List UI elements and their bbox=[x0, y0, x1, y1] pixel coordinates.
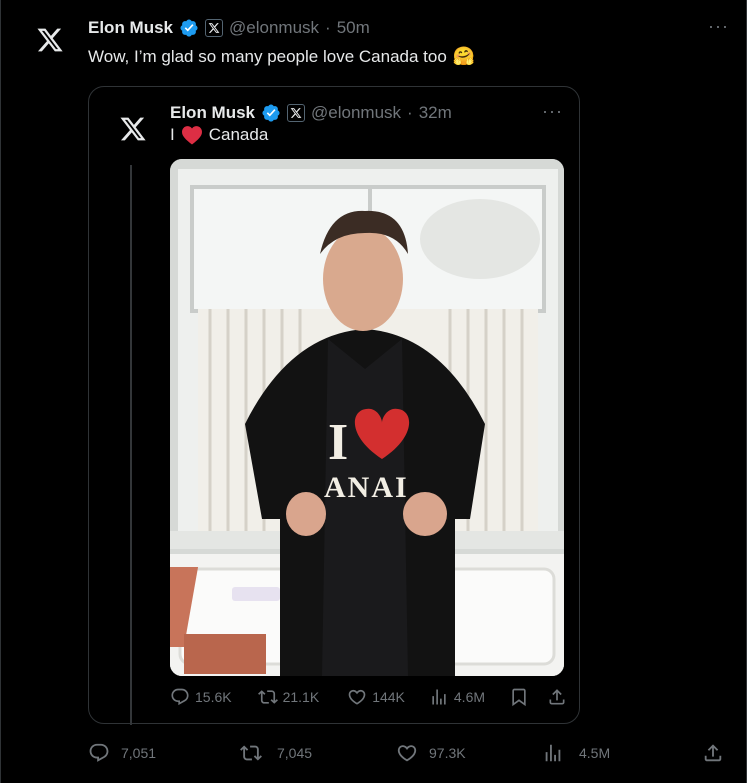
x-logo-avatar[interactable] bbox=[30, 20, 70, 60]
hugging-face-emoji: 🤗 bbox=[452, 46, 476, 66]
reply-count: 7,051 bbox=[121, 745, 157, 761]
quoted-header: Elon Musk @elonmusk · 32m bbox=[170, 101, 567, 125]
quoted-x-logo-avatar[interactable] bbox=[113, 109, 153, 149]
more-icon[interactable]: ··· bbox=[708, 16, 729, 37]
author-name[interactable]: Elon Musk bbox=[88, 18, 173, 38]
photo-illustration: I ANAI bbox=[170, 159, 564, 676]
x-logo-icon bbox=[37, 28, 63, 52]
quoted-bookmark-button[interactable] bbox=[509, 687, 529, 707]
quoted-reply-count: 15.6K bbox=[195, 689, 232, 705]
shirt-text-top: I bbox=[328, 414, 348, 471]
repost-icon bbox=[240, 745, 262, 761]
quoted-like-count: 144K bbox=[372, 689, 405, 705]
quoted-repost-count: 21.1K bbox=[282, 689, 320, 705]
like-count: 97.3K bbox=[429, 745, 466, 761]
reply-button[interactable]: 7,051 bbox=[88, 742, 240, 764]
tweet-text-content: Wow, I’m glad so many people love Canada… bbox=[88, 46, 447, 66]
verified-badge-icon bbox=[179, 18, 199, 38]
quoted-share-button[interactable] bbox=[547, 687, 567, 707]
like-icon bbox=[397, 745, 417, 762]
views-icon bbox=[432, 689, 446, 705]
like-button[interactable]: 97.3K bbox=[396, 742, 542, 764]
tweet-header: Elon Musk @elonmusk · 50m bbox=[88, 16, 727, 40]
quoted-photo[interactable]: I ANAI bbox=[170, 159, 564, 676]
heart-emoji-icon bbox=[181, 126, 202, 145]
quoted-tweet-card[interactable]: Elon Musk @elonmusk · 32m ··· I Canada I… bbox=[88, 86, 580, 725]
quoted-repost-button[interactable]: 21.1K bbox=[257, 687, 320, 707]
quoted-author-name[interactable]: Elon Musk bbox=[170, 103, 255, 123]
share-icon bbox=[704, 744, 722, 762]
x-logo-icon bbox=[120, 117, 146, 141]
thread-line bbox=[130, 165, 132, 725]
quoted-author-handle[interactable]: @elonmusk bbox=[311, 103, 401, 123]
reply-icon bbox=[171, 688, 189, 706]
separator: · bbox=[325, 18, 331, 37]
verified-badge-icon bbox=[261, 103, 281, 123]
quoted-text: I Canada bbox=[170, 125, 268, 145]
views-button[interactable]: 4.5M bbox=[542, 742, 702, 764]
quoted-views-button[interactable]: 4.6M bbox=[429, 687, 485, 707]
share-button[interactable] bbox=[702, 742, 724, 764]
quoted-text-before: I bbox=[170, 125, 175, 144]
affiliate-x-icon bbox=[287, 104, 306, 122]
quoted-reply-button[interactable]: 15.6K bbox=[170, 687, 232, 707]
repost-count: 7,045 bbox=[277, 745, 313, 761]
quoted-views-count: 4.6M bbox=[453, 689, 486, 705]
author-handle[interactable]: @elonmusk bbox=[229, 18, 319, 38]
reply-icon bbox=[89, 743, 109, 762]
bookmark-icon bbox=[512, 688, 526, 707]
views-count: 4.5M bbox=[579, 745, 611, 761]
repost-icon bbox=[257, 690, 278, 704]
views-icon bbox=[545, 744, 561, 762]
affiliate-x-icon bbox=[205, 19, 224, 37]
share-icon bbox=[549, 689, 565, 705]
shirt-text-bottom: ANAI bbox=[324, 471, 409, 504]
more-icon[interactable]: ··· bbox=[542, 101, 563, 122]
quoted-timestamp[interactable]: 32m bbox=[419, 103, 452, 123]
quoted-like-button[interactable]: 144K bbox=[347, 687, 405, 707]
timestamp[interactable]: 50m bbox=[337, 18, 370, 38]
tweet-text: Wow, I’m glad so many people love Canada… bbox=[88, 46, 475, 67]
repost-button[interactable]: 7,045 bbox=[240, 742, 396, 764]
quoted-text-after: Canada bbox=[208, 125, 269, 144]
tweet-actions-bar: 7,051 7,045 97.3K 4.5M bbox=[88, 740, 728, 766]
quoted-actions-bar: 15.6K 21.1K 144K 4.6M bbox=[170, 685, 567, 709]
like-icon bbox=[348, 689, 366, 705]
separator: · bbox=[407, 103, 413, 122]
